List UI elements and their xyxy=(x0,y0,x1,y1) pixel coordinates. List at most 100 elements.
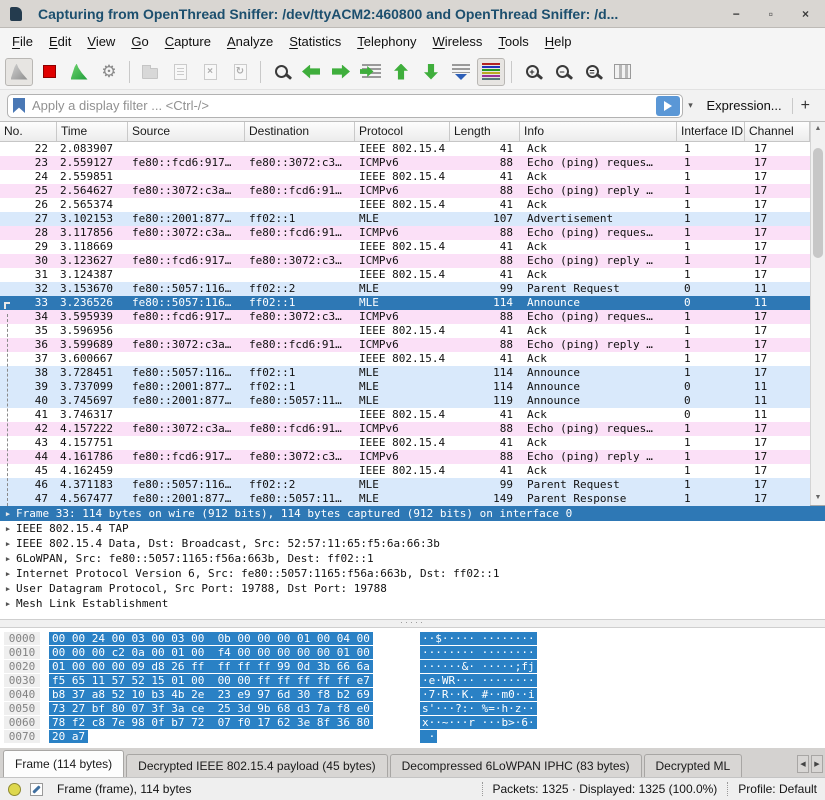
menu-go[interactable]: Go xyxy=(123,30,156,53)
resize-columns-button[interactable] xyxy=(608,58,636,86)
packet-row[interactable]: 303.123627fe80::fcd6:917…fe80::3072:c3…I… xyxy=(0,254,810,268)
menu-wireless[interactable]: Wireless xyxy=(425,30,491,53)
hex-ascii[interactable]: ······&· ·····;fj xyxy=(420,660,537,673)
column-header-no[interactable]: No. xyxy=(0,122,57,141)
maximize-icon[interactable]: ▫ xyxy=(769,8,773,20)
column-header-info[interactable]: Info xyxy=(520,122,677,141)
filter-history-dropdown[interactable]: ▾ xyxy=(683,100,699,111)
byte-tab-2[interactable]: Decompressed 6LoWPAN IPHC (83 bytes) xyxy=(390,754,642,777)
hex-bytes[interactable]: 78 f2 c8 7e 98 0f b7 72 07 f0 17 62 3e 8… xyxy=(49,716,373,729)
hex-ascii[interactable]: ·e·WR··· ········ xyxy=(420,674,537,687)
apply-filter-button[interactable] xyxy=(656,96,680,116)
packet-row[interactable]: 383.728451fe80::5057:116…ff02::1MLE114An… xyxy=(0,366,810,380)
packet-row[interactable]: 363.599689fe80::3072:c3a…fe80::fcd6:91…I… xyxy=(0,338,810,352)
packet-row[interactable]: 373.600667IEEE 802.15.441Ack117 xyxy=(0,352,810,366)
status-profile[interactable]: Profile: Default xyxy=(738,782,817,796)
hex-bytes[interactable]: 00 00 24 00 03 00 03 00 0b 00 00 00 01 0… xyxy=(49,632,373,645)
packet-row[interactable]: 343.595939fe80::fcd6:917…fe80::3072:c3…I… xyxy=(0,310,810,324)
capture-comment-icon[interactable] xyxy=(30,783,43,796)
expand-arrow-icon[interactable]: ▶ xyxy=(0,510,16,518)
capture-options-button[interactable]: ⚙ xyxy=(95,58,123,86)
expert-info-icon[interactable] xyxy=(8,783,21,796)
close-icon[interactable]: × xyxy=(802,8,809,20)
menu-tools[interactable]: Tools xyxy=(490,30,536,53)
packet-row[interactable]: 283.117856fe80::3072:c3a…fe80::fcd6:91…I… xyxy=(0,226,810,240)
column-header-source[interactable]: Source xyxy=(128,122,245,141)
menu-file[interactable]: File xyxy=(4,30,41,53)
byte-tab-3[interactable]: Decrypted ML xyxy=(644,754,742,777)
packet-row[interactable]: 413.746317IEEE 802.15.441Ack011 xyxy=(0,408,810,422)
packet-row[interactable]: 454.162459IEEE 802.15.441Ack117 xyxy=(0,464,810,478)
go-last-packet-button[interactable] xyxy=(417,58,445,86)
packet-detail-row[interactable]: ▶6LoWPAN, Src: fe80::5057:1165:f56a:663b… xyxy=(0,551,825,566)
packet-row[interactable]: 464.371183fe80::5057:116…ff02::2MLE99Par… xyxy=(0,478,810,492)
column-header-destination[interactable]: Destination xyxy=(245,122,355,141)
packet-row[interactable]: 252.564627fe80::3072:c3a…fe80::fcd6:91…I… xyxy=(0,184,810,198)
byte-tab-1[interactable]: Decrypted IEEE 802.15.4 payload (45 byte… xyxy=(126,754,387,777)
colorize-packets-button[interactable] xyxy=(477,58,505,86)
column-header-protocol[interactable]: Protocol xyxy=(355,122,450,141)
packet-row[interactable]: 474.567477fe80::2001:877…fe80::5057:11…M… xyxy=(0,492,810,506)
close-capture-file-button[interactable]: × xyxy=(196,58,224,86)
packet-row[interactable]: 293.118669IEEE 802.15.441Ack117 xyxy=(0,240,810,254)
byte-tab-0[interactable]: Frame (114 bytes) xyxy=(3,750,124,777)
hex-bytes[interactable]: 01 00 00 00 09 d8 26 ff ff ff ff 99 0d 3… xyxy=(49,660,373,673)
menu-view[interactable]: View xyxy=(79,30,123,53)
expand-arrow-icon[interactable]: ▶ xyxy=(0,555,16,563)
go-next-packet-button[interactable] xyxy=(327,58,355,86)
reload-capture-file-button[interactable]: ↻ xyxy=(226,58,254,86)
packet-list-scrollbar[interactable]: ▲ ▼ xyxy=(810,122,825,505)
auto-scroll-button[interactable] xyxy=(447,58,475,86)
find-packet-button[interactable] xyxy=(267,58,295,86)
hex-ascii[interactable]: ········ ········ xyxy=(420,646,537,659)
expand-arrow-icon[interactable]: ▶ xyxy=(0,570,16,578)
go-previous-packet-button[interactable] xyxy=(297,58,325,86)
capture-stop-button[interactable] xyxy=(35,58,63,86)
column-header-channel[interactable]: Channel xyxy=(745,122,810,141)
menu-statistics[interactable]: Statistics xyxy=(281,30,349,53)
bookmark-icon[interactable] xyxy=(13,98,25,113)
packet-row[interactable]: 222.083907IEEE 802.15.441Ack117 xyxy=(0,142,810,156)
packet-row[interactable]: 333.236526fe80::5057:116…ff02::1MLE114An… xyxy=(0,296,810,310)
capture-restart-button[interactable] xyxy=(65,58,93,86)
display-filter-input[interactable] xyxy=(30,96,656,116)
hex-ascii[interactable]: · xyxy=(420,730,437,743)
packet-row[interactable]: 313.124387IEEE 802.15.441Ack117 xyxy=(0,268,810,282)
packet-detail-row[interactable]: ▶Mesh Link Establishment xyxy=(0,596,825,611)
packet-row[interactable]: 424.157222fe80::3072:c3a…fe80::fcd6:91…I… xyxy=(0,422,810,436)
packet-row[interactable]: 242.559851IEEE 802.15.441Ack117 xyxy=(0,170,810,184)
open-capture-file-button[interactable] xyxy=(136,58,164,86)
zoom-reset-button[interactable]: = xyxy=(578,58,606,86)
go-to-packet-button[interactable] xyxy=(357,58,385,86)
hex-ascii[interactable]: ·7·R··K. #··m0··i xyxy=(420,688,537,701)
column-header-interface_id[interactable]: Interface ID xyxy=(677,122,745,141)
packet-row[interactable]: 262.565374IEEE 802.15.441Ack117 xyxy=(0,198,810,212)
expand-arrow-icon[interactable]: ▶ xyxy=(0,600,16,608)
packet-detail-row[interactable]: ▶Frame 33: 114 bytes on wire (912 bits),… xyxy=(0,506,825,521)
save-capture-file-button[interactable] xyxy=(166,58,194,86)
packet-row[interactable]: 232.559127fe80::fcd6:917…fe80::3072:c3…I… xyxy=(0,156,810,170)
expression-button[interactable]: Expression... xyxy=(707,98,782,113)
zoom-in-button[interactable]: + xyxy=(518,58,546,86)
packet-detail-row[interactable]: ▶User Datagram Protocol, Src Port: 19788… xyxy=(0,581,825,596)
scrollbar-thumb[interactable] xyxy=(813,148,823,258)
packet-detail-row[interactable]: ▶IEEE 802.15.4 TAP xyxy=(0,521,825,536)
packet-row[interactable]: 273.102153fe80::2001:877…ff02::1MLE107Ad… xyxy=(0,212,810,226)
packet-row[interactable]: 353.596956IEEE 802.15.441Ack117 xyxy=(0,324,810,338)
packet-row[interactable]: 434.157751IEEE 802.15.441Ack117 xyxy=(0,436,810,450)
column-header-length[interactable]: Length xyxy=(450,122,520,141)
capture-start-button[interactable] xyxy=(5,58,33,86)
menu-help[interactable]: Help xyxy=(537,30,580,53)
menu-telephony[interactable]: Telephony xyxy=(349,30,424,53)
packet-row[interactable]: 393.737099fe80::2001:877…ff02::1MLE114An… xyxy=(0,380,810,394)
hex-bytes[interactable]: 73 27 bf 80 07 3f 3a ce 25 3d 9b 68 d3 7… xyxy=(49,702,373,715)
expand-arrow-icon[interactable]: ▶ xyxy=(0,525,16,533)
column-header-time[interactable]: Time xyxy=(57,122,128,141)
packet-row[interactable]: 323.153670fe80::5057:116…ff02::2MLE99Par… xyxy=(0,282,810,296)
scroll-up-icon[interactable]: ▲ xyxy=(811,122,825,136)
hex-ascii[interactable]: s'···?:· %=·h·z·· xyxy=(420,702,537,715)
menu-analyze[interactable]: Analyze xyxy=(219,30,281,53)
zoom-out-button[interactable]: − xyxy=(548,58,576,86)
scroll-down-icon[interactable]: ▼ xyxy=(811,491,825,505)
hex-bytes[interactable]: 00 00 00 c2 0a 00 01 00 f4 00 00 00 00 0… xyxy=(49,646,373,659)
